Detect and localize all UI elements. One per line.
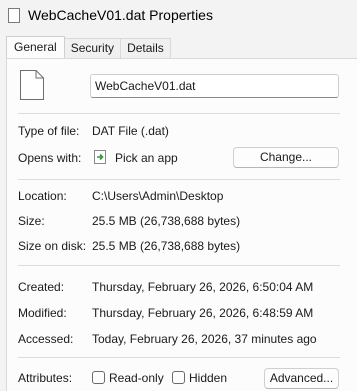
document-icon bbox=[20, 70, 44, 100]
tab-strip: General Security Details bbox=[6, 36, 171, 58]
size-label: Size: bbox=[18, 214, 45, 228]
size-value: 25.5 MB (26,738,688 bytes) bbox=[92, 214, 241, 228]
tab-details[interactable]: Details bbox=[120, 38, 171, 58]
tab-security[interactable]: Security bbox=[63, 38, 122, 58]
accessed-value: Today, February 26, 2026, 37 minutes ago bbox=[92, 332, 317, 346]
created-value: Thursday, February 26, 2026, 6:50:04 AM bbox=[92, 280, 314, 294]
document-icon bbox=[8, 8, 20, 23]
opens-with-value: Pick an app bbox=[115, 151, 178, 165]
modified-label: Modified: bbox=[18, 306, 67, 320]
separator bbox=[18, 265, 340, 266]
separator bbox=[18, 113, 340, 114]
tab-general[interactable]: General bbox=[6, 36, 65, 58]
hidden-checkbox[interactable] bbox=[172, 371, 185, 384]
size-on-disk-value: 25.5 MB (26,738,688 bytes) bbox=[92, 239, 241, 253]
change-button[interactable]: Change... bbox=[233, 147, 339, 168]
hidden-label: Hidden bbox=[189, 371, 228, 385]
readonly-label: Read-only bbox=[109, 371, 164, 385]
separator bbox=[18, 179, 340, 180]
type-value: DAT File (.dat) bbox=[92, 124, 169, 138]
file-name-field[interactable] bbox=[90, 74, 339, 98]
readonly-checkbox[interactable] bbox=[92, 371, 105, 384]
size-on-disk-label: Size on disk: bbox=[18, 239, 87, 253]
type-label: Type of file: bbox=[18, 124, 80, 138]
advanced-button[interactable]: Advanced... bbox=[264, 368, 339, 389]
location-label: Location: bbox=[18, 189, 67, 203]
separator bbox=[18, 357, 340, 358]
attributes-label: Attributes: bbox=[18, 371, 73, 385]
modified-value: Thursday, February 26, 2026, 6:48:59 AM bbox=[92, 306, 314, 320]
created-label: Created: bbox=[18, 280, 65, 294]
opens-with-label: Opens with: bbox=[18, 151, 82, 165]
location-value: C:\Users\Admin\Desktop bbox=[92, 189, 224, 203]
pick-app-icon bbox=[94, 150, 106, 164]
title-bar[interactable]: WebCacheV01.dat Properties bbox=[0, 0, 357, 32]
window-title: WebCacheV01.dat Properties bbox=[28, 7, 213, 23]
accessed-label: Accessed: bbox=[18, 332, 74, 346]
